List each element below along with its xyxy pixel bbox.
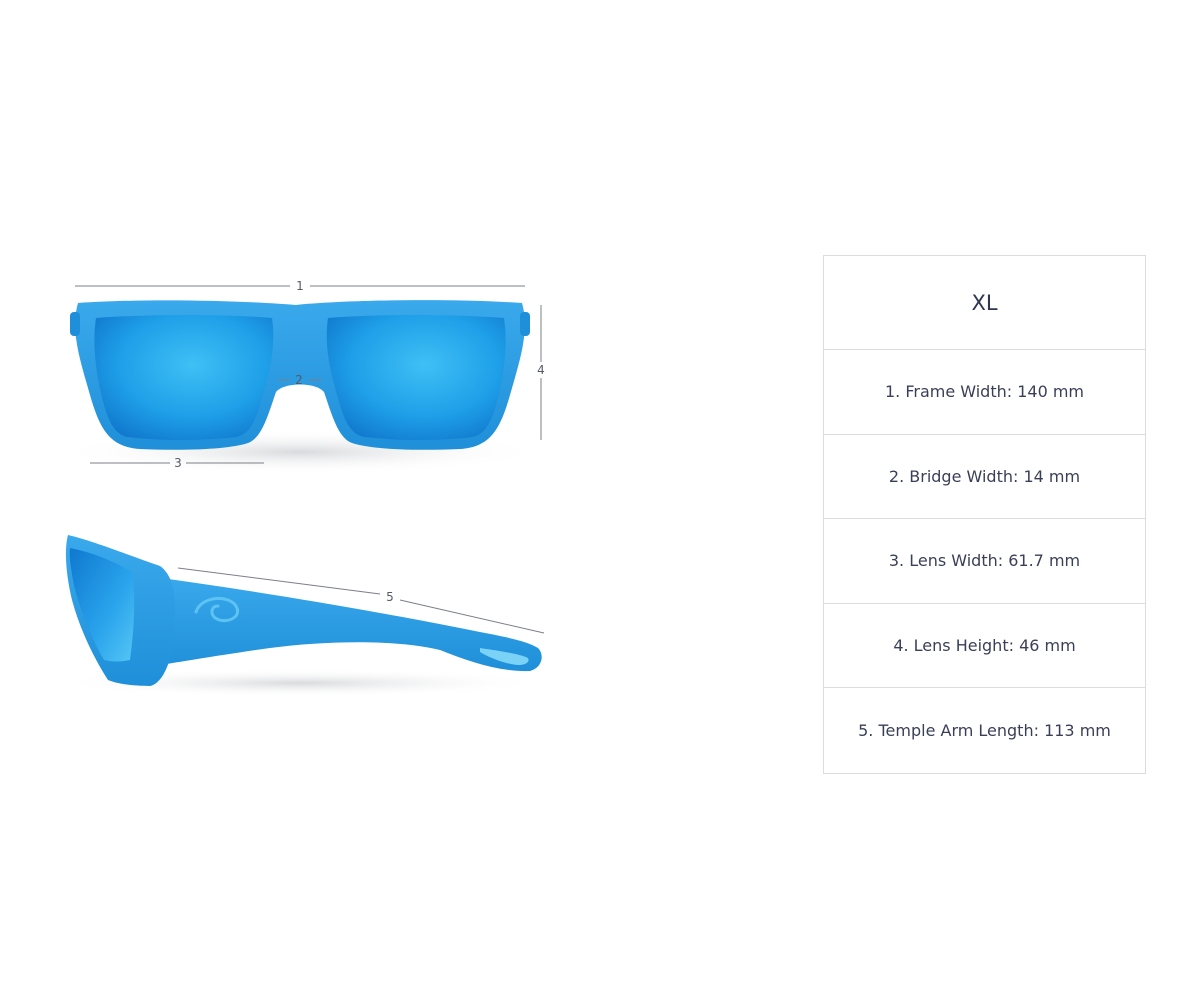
size-header: XL bbox=[824, 256, 1145, 350]
front-hinge-right bbox=[520, 312, 530, 336]
sunglasses-diagram: 1 2 3 4 5 bbox=[50, 279, 550, 697]
measure-label-3: 3 bbox=[174, 456, 182, 470]
front-hinge-left bbox=[70, 312, 80, 336]
measure-label-5: 5 bbox=[386, 590, 394, 604]
side-view: 5 bbox=[50, 535, 550, 697]
size-row-lens-height: 4. Lens Height: 46 mm bbox=[824, 604, 1145, 688]
size-table: XL 1. Frame Width: 140 mm 2. Bridge Widt… bbox=[823, 255, 1146, 774]
front-lens-right bbox=[326, 315, 506, 440]
size-row-temple-arm-length: 5. Temple Arm Length: 113 mm bbox=[858, 720, 1111, 740]
measure-label-4: 4 bbox=[537, 363, 545, 377]
size-row-frame-width: 1. Frame Width: 140 mm bbox=[824, 350, 1145, 435]
front-lens-left bbox=[94, 315, 274, 440]
measure-label-1: 1 bbox=[296, 279, 304, 293]
front-view: 1 2 3 4 bbox=[55, 279, 545, 474]
measure-label-2: 2 bbox=[295, 373, 303, 387]
size-row-bridge-width: 2. Bridge Width: 14 mm bbox=[824, 435, 1145, 519]
size-row-lens-width: 3. Lens Width: 61.7 mm bbox=[824, 519, 1145, 604]
